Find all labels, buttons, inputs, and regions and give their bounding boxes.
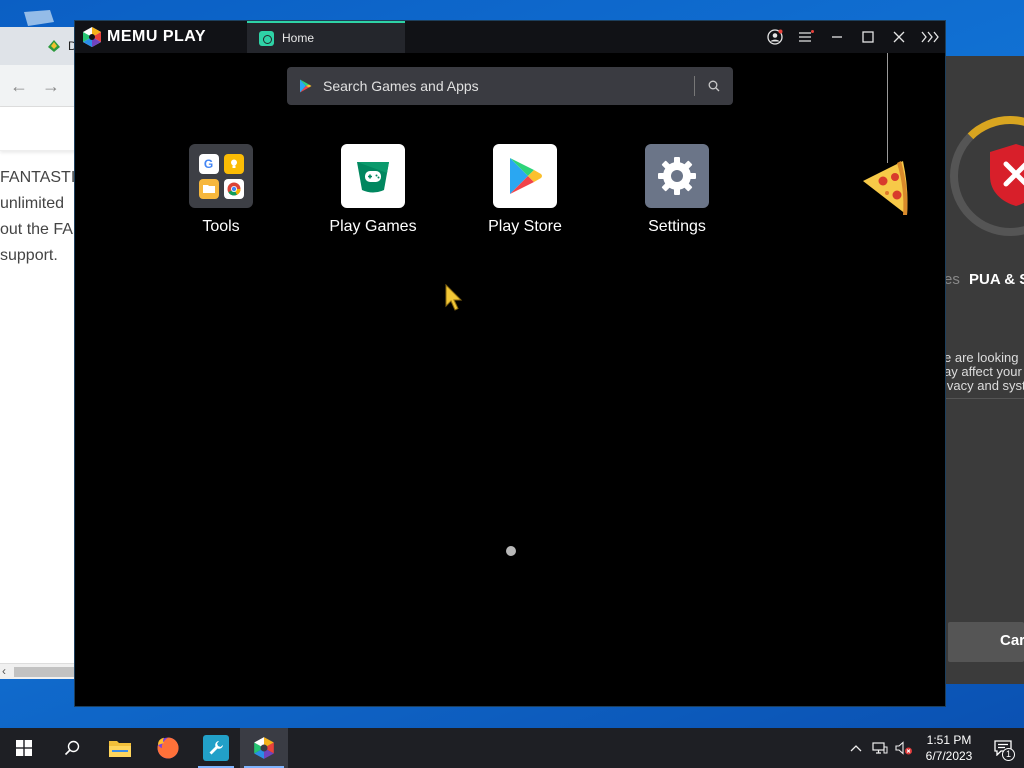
decoration-string — [887, 53, 888, 163]
menu-button[interactable] — [790, 21, 821, 53]
browser-page-text: FANTASTIC unlimited out the FA support. — [0, 151, 80, 269]
search-input[interactable] — [313, 67, 694, 105]
app-settings[interactable]: Settings — [601, 144, 753, 236]
settings-gear-icon[interactable] — [645, 144, 709, 208]
notification-count-badge: 1 — [1002, 748, 1015, 761]
folder-icon — [109, 741, 131, 757]
browser-page-header — [0, 107, 80, 151]
page-text-line: FANTASTIC — [0, 169, 80, 186]
chevrons-right-icon — [920, 31, 939, 43]
tab-home[interactable]: Home — [247, 21, 405, 53]
start-button[interactable] — [0, 728, 48, 768]
system-tray: 1:51 PM 6/7/2023 1 — [844, 728, 1024, 768]
hamburger-menu-icon — [798, 30, 814, 42]
memu-logo-icon — [83, 27, 101, 47]
account-button[interactable] — [759, 21, 790, 53]
google-app-icon: G — [198, 153, 219, 174]
page-text-line: unlimited — [0, 195, 65, 212]
taskbar-memu-play[interactable] — [240, 728, 288, 768]
mouse-cursor-icon — [445, 284, 463, 311]
minimize-icon — [831, 36, 842, 38]
chevron-up-icon — [850, 745, 862, 752]
clock-time: 1:51 PM — [926, 733, 972, 747]
user-icon — [766, 29, 783, 45]
files-app-icon — [198, 178, 219, 199]
network-icon — [872, 742, 888, 754]
app-label: Play Games — [329, 218, 417, 235]
tab-home-label: Home — [282, 31, 315, 45]
pizza-icon[interactable] — [857, 159, 911, 217]
app-grid: G Tools Play Games Play Store Settings — [145, 144, 753, 236]
close-icon — [893, 31, 904, 43]
clock-date: 6/7/2023 — [925, 749, 973, 763]
memu-brand-text: MEMU PLAY — [107, 28, 207, 45]
memu-taskbar-icon — [254, 737, 274, 759]
page-text-line: support. — [0, 247, 58, 264]
back-arrow-icon[interactable]: ← — [10, 77, 28, 95]
minimize-button[interactable] — [821, 21, 852, 53]
window-controls — [759, 21, 945, 53]
shield-warning-icon — [990, 144, 1024, 206]
volume-button[interactable] — [892, 728, 916, 768]
bluestacks-tab-icon — [48, 40, 60, 52]
play-store-icon[interactable] — [493, 144, 557, 208]
security-desc-line: ivacy and syst — [944, 378, 1024, 393]
taskbar: 1:51 PM 6/7/2023 1 — [0, 728, 1024, 768]
toolbar-toggle-button[interactable] — [914, 21, 945, 53]
firefox-icon — [157, 737, 179, 759]
tools-folder-icon[interactable]: G — [189, 144, 253, 208]
home-tab-icon — [259, 30, 274, 46]
memu-window[interactable]: MEMU PLAY Home Search Games and Apps G T… — [74, 20, 946, 707]
show-hidden-icons-button[interactable] — [844, 728, 868, 768]
horizontal-scrollbar[interactable]: ‹ — [0, 663, 80, 679]
chrome-app-icon — [223, 178, 244, 199]
taskbar-tool-app[interactable] — [192, 728, 240, 768]
background-browser-window[interactable]: D ← → FANTASTIC unlimited out the FA sup… — [0, 27, 80, 679]
security-label-title: PUA & S — [969, 271, 1024, 288]
background-security-window[interactable]: es PUA & S e are looking ay affect your … — [944, 56, 1024, 684]
page-indicator-dot[interactable] — [506, 546, 516, 556]
app-tools[interactable]: G Tools — [145, 144, 297, 236]
maximize-icon — [861, 31, 874, 43]
app-play-games[interactable]: Play Games — [297, 144, 449, 236]
volume-muted-icon — [895, 741, 912, 755]
memu-logo: MEMU PLAY — [75, 26, 247, 48]
app-play-store[interactable]: Play Store — [449, 144, 601, 236]
browser-tab-bar: D — [0, 27, 80, 65]
wrench-app-icon — [203, 735, 229, 761]
scrollbar-thumb[interactable] — [14, 667, 80, 677]
keep-app-icon — [223, 153, 244, 174]
taskbar-clock[interactable]: 1:51 PM 6/7/2023 — [916, 732, 982, 764]
security-desc-line: ay affect your — [944, 364, 1022, 379]
action-center-button[interactable]: 1 — [982, 728, 1024, 768]
security-desc-line: e are looking — [944, 350, 1019, 365]
taskbar-firefox[interactable] — [144, 728, 192, 768]
windows-logo-icon — [16, 740, 32, 756]
search-taskbar-button[interactable] — [48, 728, 96, 768]
cancel-button[interactable]: Car — [948, 622, 1024, 662]
app-label: Tools — [202, 218, 240, 235]
browser-nav-bar: ← → — [0, 65, 80, 107]
divider — [944, 398, 1024, 399]
security-description: e are looking ay affect your ivacy and s… — [944, 351, 1024, 393]
memu-titlebar[interactable]: MEMU PLAY Home — [75, 21, 945, 53]
network-button[interactable] — [868, 728, 892, 768]
app-label: Play Store — [488, 218, 562, 235]
forward-arrow-icon[interactable]: → — [42, 77, 60, 95]
search-icon — [64, 740, 80, 756]
play-store-mini-icon — [300, 79, 312, 93]
security-label-dim: es — [944, 271, 960, 288]
maximize-button[interactable] — [852, 21, 883, 53]
page-text-line: out the FA — [0, 221, 73, 238]
recycle-bin-icon[interactable] — [20, 8, 58, 28]
search-button[interactable] — [695, 67, 733, 105]
play-games-icon[interactable] — [341, 144, 405, 208]
app-label: Settings — [648, 218, 706, 235]
close-button[interactable] — [883, 21, 914, 53]
search-icon — [708, 80, 720, 92]
taskbar-file-explorer[interactable] — [96, 728, 144, 768]
scroll-left-icon[interactable]: ‹ — [2, 664, 6, 678]
search-bar — [287, 67, 733, 105]
